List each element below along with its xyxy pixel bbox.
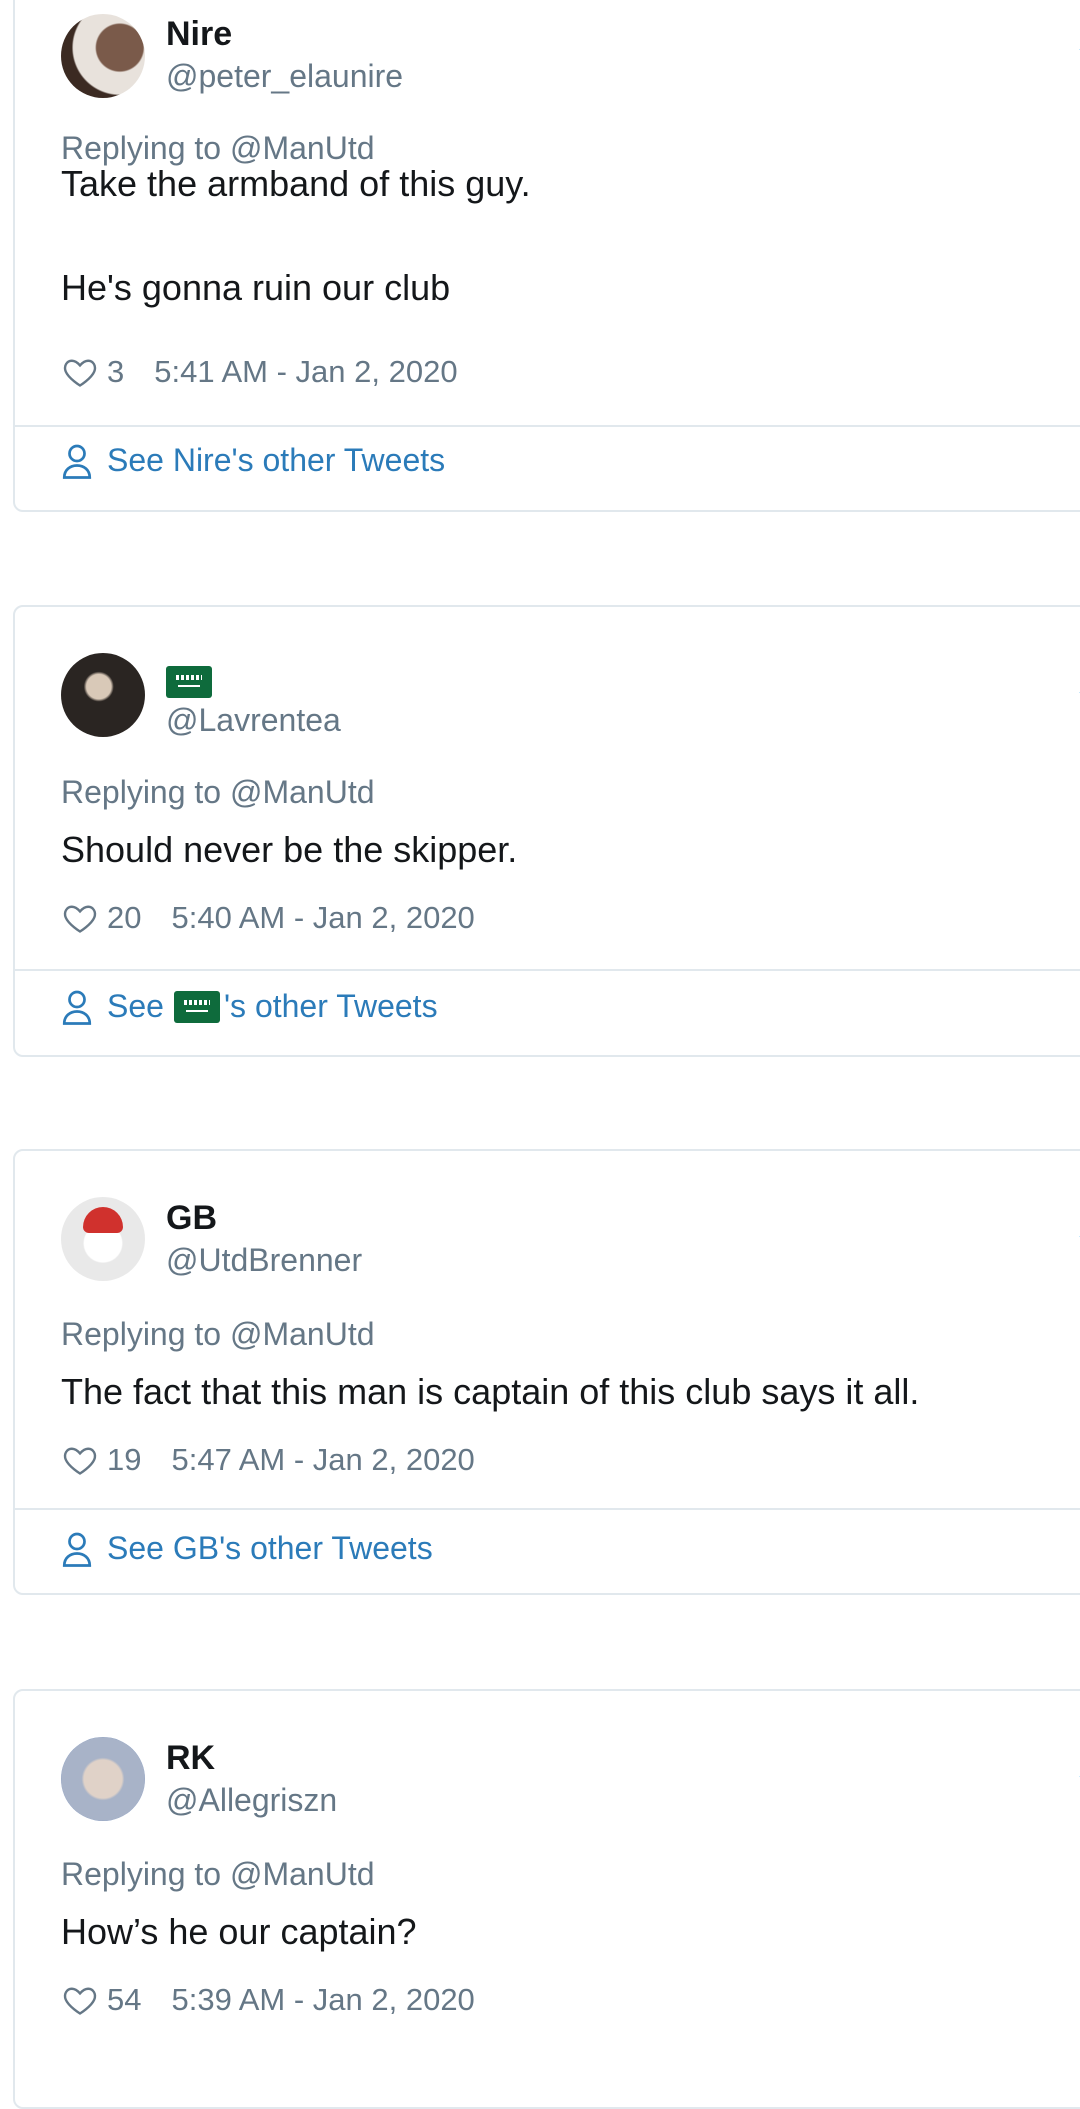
heart-icon[interactable] — [61, 354, 99, 390]
see-other-tweets-link[interactable]: See Nire's other Tweets — [61, 442, 445, 479]
saudi-flag-icon — [166, 666, 212, 699]
avatar[interactable] — [61, 1197, 145, 1281]
tweet-meta: 54 5:39 AM - Jan 2, 2020 — [61, 1982, 475, 2018]
tweet-meta: 19 5:47 AM - Jan 2, 2020 — [61, 1442, 475, 1478]
see-other-tweets-label: See Nire's other Tweets — [107, 442, 446, 478]
person-icon — [62, 990, 92, 1025]
author-name[interactable]: RK — [166, 1739, 215, 1778]
tweet-text: The fact that this man is captain of thi… — [61, 1371, 920, 1412]
like-count: 3 — [107, 354, 125, 389]
tweet-card: RK @Allegriszn Replying to @ManUtd How’s… — [13, 1689, 1080, 2109]
replying-to[interactable]: Replying to @ManUtd — [61, 1856, 375, 1893]
author-name[interactable] — [166, 661, 212, 700]
divider — [15, 425, 1080, 427]
heart-icon[interactable] — [61, 900, 99, 936]
divider — [15, 969, 1080, 971]
heart-icon[interactable] — [61, 1442, 99, 1478]
avatar[interactable] — [61, 14, 145, 98]
author-handle[interactable]: @Allegriszn — [166, 1782, 337, 1819]
timestamp[interactable]: 5:41 AM - Jan 2, 2020 — [154, 354, 457, 390]
author-name[interactable]: GB — [166, 1199, 217, 1238]
see-other-tweets-label: See GB's other Tweets — [107, 1530, 433, 1566]
see-other-tweets-suffix: 's other Tweets — [223, 988, 438, 1024]
tweet-card: @Lavrentea Replying to @ManUtd Should ne… — [13, 605, 1080, 1057]
heart-icon[interactable] — [61, 1982, 99, 2018]
tweet-card: Nire @peter_elaunire Replying to @ManUtd… — [13, 0, 1080, 512]
see-other-tweets-prefix: See — [107, 988, 164, 1024]
like-count: 19 — [107, 1442, 142, 1477]
tweet-meta: 3 5:41 AM - Jan 2, 2020 — [61, 354, 458, 390]
tweet-text: How’s he our captain? — [61, 1911, 417, 1952]
divider — [15, 1508, 1080, 1510]
timestamp[interactable]: 5:40 AM - Jan 2, 2020 — [171, 900, 474, 936]
avatar[interactable] — [61, 653, 145, 737]
person-icon — [62, 1532, 92, 1567]
tweet-text: Should never be the skipper. — [61, 829, 518, 870]
tweet-text: Take the armband of this guy. He's gonna… — [61, 163, 531, 308]
tweet-card: GB @UtdBrenner Replying to @ManUtd The f… — [13, 1149, 1080, 1595]
person-icon — [62, 444, 92, 479]
replying-to[interactable]: Replying to @ManUtd — [61, 774, 375, 811]
saudi-flag-icon — [173, 990, 220, 1023]
see-other-tweets-link[interactable]: See GB's other Tweets — [61, 1530, 433, 1567]
see-other-tweets-link[interactable]: See 's other Tweets — [61, 988, 438, 1025]
avatar[interactable] — [61, 1737, 145, 1821]
author-name[interactable]: Nire — [166, 15, 232, 54]
tweet-meta: 20 5:40 AM - Jan 2, 2020 — [61, 900, 475, 936]
author-handle[interactable]: @UtdBrenner — [166, 1242, 362, 1279]
author-handle[interactable]: @peter_elaunire — [166, 58, 403, 95]
timestamp[interactable]: 5:47 AM - Jan 2, 2020 — [171, 1442, 474, 1478]
timestamp[interactable]: 5:39 AM - Jan 2, 2020 — [171, 1982, 474, 2018]
author-handle[interactable]: @Lavrentea — [166, 702, 341, 739]
replying-to[interactable]: Replying to @ManUtd — [61, 1316, 375, 1353]
like-count: 54 — [107, 1982, 142, 2017]
like-count: 20 — [107, 900, 142, 935]
